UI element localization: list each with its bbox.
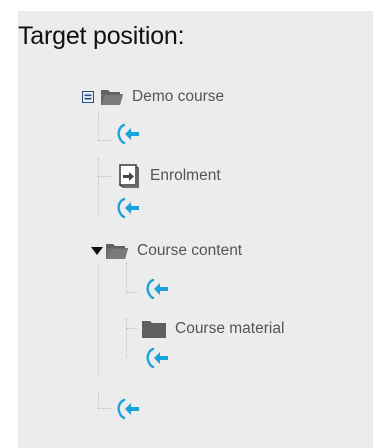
enrolment-document-icon <box>117 164 141 188</box>
tree-guide-line <box>98 408 112 409</box>
closed-folder-icon <box>141 319 167 339</box>
tree-node-course-content[interactable]: Course content <box>91 240 242 262</box>
move-here-target[interactable] <box>146 278 170 300</box>
tree-node-label: Enrolment <box>150 167 221 184</box>
move-here-arrow-icon[interactable] <box>117 123 141 145</box>
tree-guide-line <box>98 265 99 375</box>
tree-guide-line <box>126 318 127 358</box>
move-here-arrow-icon[interactable] <box>146 278 170 300</box>
open-folder-icon <box>100 88 124 106</box>
tree-node-label: Course content <box>137 242 243 259</box>
move-here-target[interactable] <box>117 197 141 219</box>
triangle-down-icon[interactable] <box>91 246 103 256</box>
minus-box-icon[interactable] <box>82 91 94 103</box>
tree-guide-line <box>98 176 112 177</box>
tree-node-label: Course material <box>175 320 285 337</box>
tree-node-label: Demo course <box>132 88 225 105</box>
tree-guide-line <box>98 158 99 218</box>
tree-node-enrolment[interactable]: Enrolment <box>117 164 221 188</box>
move-here-target[interactable] <box>117 398 141 420</box>
tree-node-course-material[interactable]: Course material <box>141 318 284 340</box>
tree-node-demo-course[interactable]: Demo course <box>82 86 224 108</box>
tree-guide-line <box>126 292 138 293</box>
open-folder-icon <box>105 242 129 260</box>
move-here-target[interactable] <box>146 347 170 369</box>
move-here-arrow-icon[interactable] <box>117 197 141 219</box>
target-position-panel <box>18 11 373 448</box>
target-position-heading: Target position: <box>18 22 185 50</box>
move-here-arrow-icon[interactable] <box>146 347 170 369</box>
tree-guide-line <box>126 262 127 292</box>
tree-guide-line <box>126 328 138 329</box>
move-here-arrow-icon[interactable] <box>117 398 141 420</box>
tree-guide-line <box>98 392 99 408</box>
tree-guide-line <box>98 112 99 140</box>
tree-guide-line <box>98 140 112 141</box>
move-here-target[interactable] <box>117 123 141 145</box>
